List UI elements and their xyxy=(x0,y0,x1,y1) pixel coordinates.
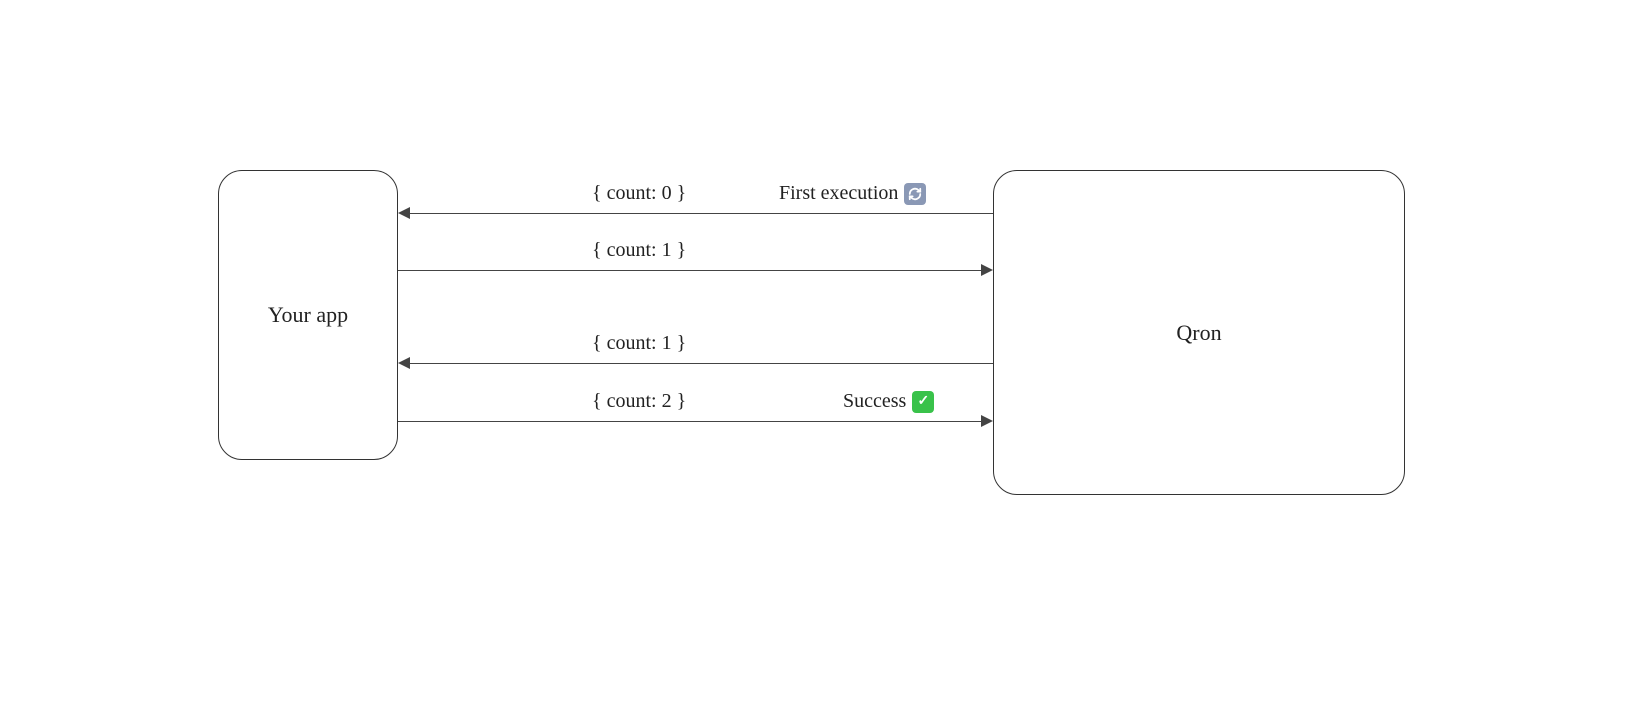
your-app-label: Your app xyxy=(268,302,348,328)
arrow-4-line xyxy=(398,421,981,422)
arrow-1-annotation: First execution xyxy=(779,182,926,205)
refresh-icon xyxy=(904,183,926,205)
arrow-4-head xyxy=(981,415,993,427)
your-app-box: Your app xyxy=(218,170,398,460)
arrow-4-annotation: Success ✓ xyxy=(843,390,934,413)
arrow-3-line xyxy=(410,363,993,364)
arrow-1-payload: { count: 0 } xyxy=(592,182,686,205)
arrow-4-annotation-text: Success xyxy=(843,390,906,413)
qron-box: Qron xyxy=(993,170,1405,495)
arrow-3-payload: { count: 1 } xyxy=(592,332,686,355)
arrow-2-line xyxy=(398,270,981,271)
qron-label: Qron xyxy=(1176,320,1221,346)
arrow-4-payload: { count: 2 } xyxy=(592,390,686,413)
arrow-2-payload: { count: 1 } xyxy=(592,239,686,262)
arrow-1-head xyxy=(398,207,410,219)
arrow-1-line xyxy=(410,213,993,214)
check-icon: ✓ xyxy=(912,391,934,413)
arrow-2-head xyxy=(981,264,993,276)
arrow-3-head xyxy=(398,357,410,369)
arrow-1-annotation-text: First execution xyxy=(779,182,898,205)
